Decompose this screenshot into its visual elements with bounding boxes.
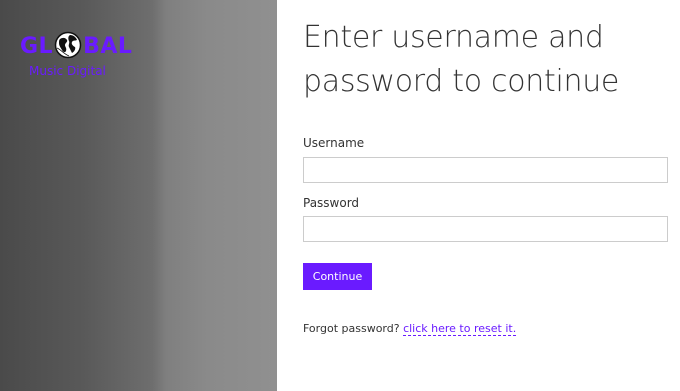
- username-field[interactable]: [303, 157, 668, 183]
- forgot-password-text: Forgot password?: [303, 322, 400, 335]
- login-page: GL BAL Music Digital Enter username and …: [0, 0, 680, 391]
- continue-button[interactable]: Continue: [303, 263, 372, 290]
- logo-wordmark: GL BAL: [20, 31, 133, 60]
- username-label: Username: [303, 136, 365, 150]
- logo-tagline: Music Digital: [29, 64, 106, 78]
- brand-logo: GL BAL Music Digital: [20, 30, 140, 82]
- password-label: Password: [303, 196, 360, 210]
- logo-text-right: BAL: [83, 34, 133, 59]
- logo-text-left: GL: [20, 34, 54, 59]
- password-field[interactable]: [303, 216, 668, 242]
- globe-icon: [54, 31, 82, 59]
- side-banner: GL BAL Music Digital: [0, 0, 277, 391]
- reset-password-link[interactable]: click here to reset it.: [403, 322, 517, 336]
- forgot-password-line: Forgot password? click here to reset it.: [303, 322, 517, 336]
- page-title: Enter username and password to continue: [303, 20, 620, 99]
